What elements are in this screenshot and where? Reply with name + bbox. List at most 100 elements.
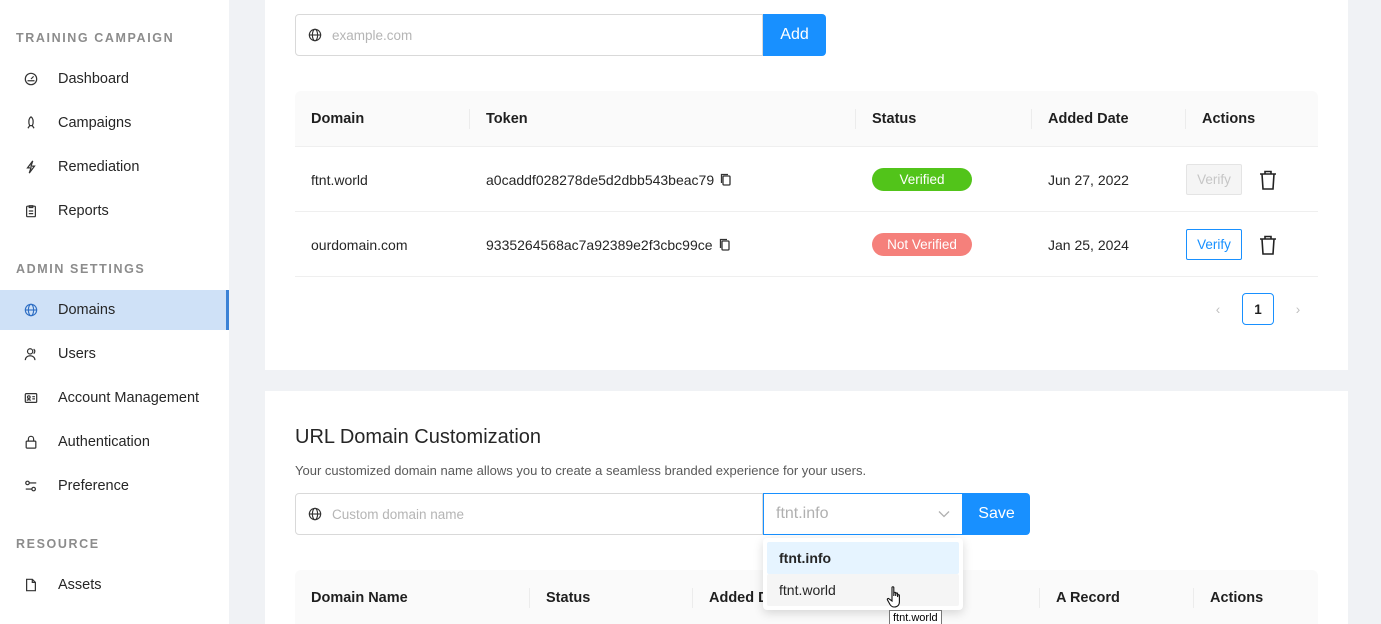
pagination-prev[interactable]: ‹ (1202, 293, 1234, 325)
trash-icon[interactable] (1258, 234, 1278, 256)
column-header-domain-name: Domain Name (311, 590, 408, 606)
sidebar-item-label: Account Management (58, 390, 200, 406)
sidebar: TRAINING CAMPAIGN Dashboard Campaigns Re… (0, 0, 229, 624)
column-header-added-date: Added D (709, 590, 769, 606)
sidebar-item-label: Remediation (58, 159, 140, 175)
rocket-icon (24, 116, 38, 130)
column-header-domain: Domain (311, 111, 365, 127)
pagination-next[interactable]: › (1282, 293, 1314, 325)
status-badge: Not Verified (872, 233, 972, 256)
status-badge: Verified (872, 168, 972, 191)
sidebar-item-label: Authentication (58, 434, 150, 450)
tooltip: ftnt.world (889, 610, 942, 624)
sidebar-item-account-management[interactable]: Account Management (0, 378, 229, 418)
sidebar-item-dashboard[interactable]: Dashboard (0, 59, 229, 99)
domain-input[interactable] (332, 27, 712, 43)
dropdown-option[interactable]: ftnt.info (767, 542, 959, 574)
lock-icon (24, 435, 38, 449)
verify-button[interactable]: Verify (1186, 164, 1242, 195)
sidebar-item-preference[interactable]: Preference (0, 466, 229, 506)
domain-select-value: ftnt.info (776, 505, 829, 522)
add-domain-group: Add (295, 14, 826, 56)
section-title-admin-settings: ADMIN SETTINGS (16, 262, 146, 276)
sidebar-item-authentication[interactable]: Authentication (0, 422, 229, 462)
sidebar-item-label: Preference (58, 478, 129, 494)
domains-table: Domain Token Status Added Date Actions f… (295, 91, 1318, 277)
domain-input-wrapper[interactable] (295, 14, 763, 56)
section-description: Your customized domain name allows you t… (295, 463, 867, 478)
sliders-icon (24, 479, 38, 493)
section-heading: URL Domain Customization (295, 426, 542, 448)
sidebar-item-label: Reports (58, 203, 109, 219)
trash-icon[interactable] (1258, 169, 1278, 191)
column-divider (469, 109, 470, 129)
dropdown-option[interactable]: ftnt.world (767, 574, 959, 606)
globe-icon (308, 28, 322, 42)
date-cell: Jun 27, 2022 (1048, 171, 1129, 188)
sidebar-item-label: Domains (58, 302, 116, 318)
globe-icon (308, 507, 322, 521)
sidebar-item-domains[interactable]: Domains (0, 290, 229, 330)
domain-select[interactable]: ftnt.info (763, 493, 963, 535)
column-divider (1193, 588, 1194, 608)
table-row: ourdomain.com 9335264568ac7a92389e2f3cbc… (295, 212, 1318, 277)
sidebar-item-remediation[interactable]: Remediation (0, 147, 229, 187)
column-divider (1039, 588, 1040, 608)
dashboard-icon (24, 72, 38, 86)
column-divider (529, 588, 530, 608)
custom-domain-wrapper[interactable] (295, 493, 763, 535)
column-divider (855, 109, 856, 129)
status-cell: Not Verified (872, 212, 972, 277)
column-divider (1031, 109, 1032, 129)
actions-cell: Verify (1186, 147, 1278, 212)
users-icon (24, 347, 38, 361)
domain-cell: ourdomain.com (311, 236, 408, 253)
table-header: Domain Token Status Added Date Actions (295, 91, 1318, 147)
column-divider (1185, 109, 1186, 129)
section-title-resource: RESOURCE (16, 537, 100, 551)
column-header-status: Status (546, 590, 591, 606)
status-cell: Verified (872, 147, 972, 212)
copy-icon[interactable] (719, 238, 731, 251)
column-header-actions: Actions (1210, 590, 1264, 606)
token-cell: a0caddf028278de5d2dbb543beac79 (486, 147, 732, 212)
custom-domain-input[interactable] (332, 506, 712, 522)
hand-cursor-icon (886, 586, 900, 608)
token-text: 9335264568ac7a92389e2f3cbc99ce (486, 236, 713, 253)
domains-card: Add Domain Token Status Added Date Actio… (265, 0, 1348, 370)
add-button[interactable]: Add (763, 14, 826, 56)
column-header-added-date: Added Date (1048, 111, 1129, 127)
token-cell: 9335264568ac7a92389e2f3cbc99ce (486, 212, 731, 277)
table-row: ftnt.world a0caddf028278de5d2dbb543beac7… (295, 147, 1318, 212)
lightning-icon (24, 160, 38, 174)
sidebar-item-label: Assets (58, 577, 102, 593)
file-icon (24, 578, 38, 592)
sidebar-item-assets[interactable]: Assets (0, 565, 229, 605)
sidebar-item-campaigns[interactable]: Campaigns (0, 103, 229, 143)
column-header-status: Status (872, 111, 917, 127)
copy-icon[interactable] (720, 173, 732, 186)
domain-cell: ftnt.world (311, 171, 368, 188)
sidebar-item-reports[interactable]: Reports (0, 191, 229, 231)
verify-button[interactable]: Verify (1186, 229, 1242, 260)
sidebar-item-users[interactable]: Users (0, 334, 229, 374)
sidebar-item-label: Users (58, 346, 96, 362)
date-cell: Jan 25, 2024 (1048, 236, 1129, 253)
pagination: ‹ 1 › (1202, 293, 1314, 325)
globe-icon (24, 303, 38, 317)
actions-cell: Verify (1186, 212, 1278, 277)
id-card-icon (24, 391, 38, 405)
save-button[interactable]: Save (963, 493, 1030, 535)
sidebar-item-label: Campaigns (58, 115, 132, 131)
chevron-down-icon (938, 511, 950, 518)
domain-select-dropdown: ftnt.info ftnt.world (763, 538, 963, 610)
column-header-actions: Actions (1202, 111, 1256, 127)
column-divider (692, 588, 693, 608)
pagination-page[interactable]: 1 (1242, 293, 1274, 325)
sidebar-item-label: Dashboard (58, 71, 129, 87)
section-title-training-campaign: TRAINING CAMPAIGN (16, 31, 175, 45)
token-text: a0caddf028278de5d2dbb543beac79 (486, 171, 715, 188)
custom-domain-group: ftnt.info Save (295, 493, 1030, 535)
column-header-a-record: A Record (1056, 590, 1120, 606)
column-header-token: Token (486, 111, 528, 127)
